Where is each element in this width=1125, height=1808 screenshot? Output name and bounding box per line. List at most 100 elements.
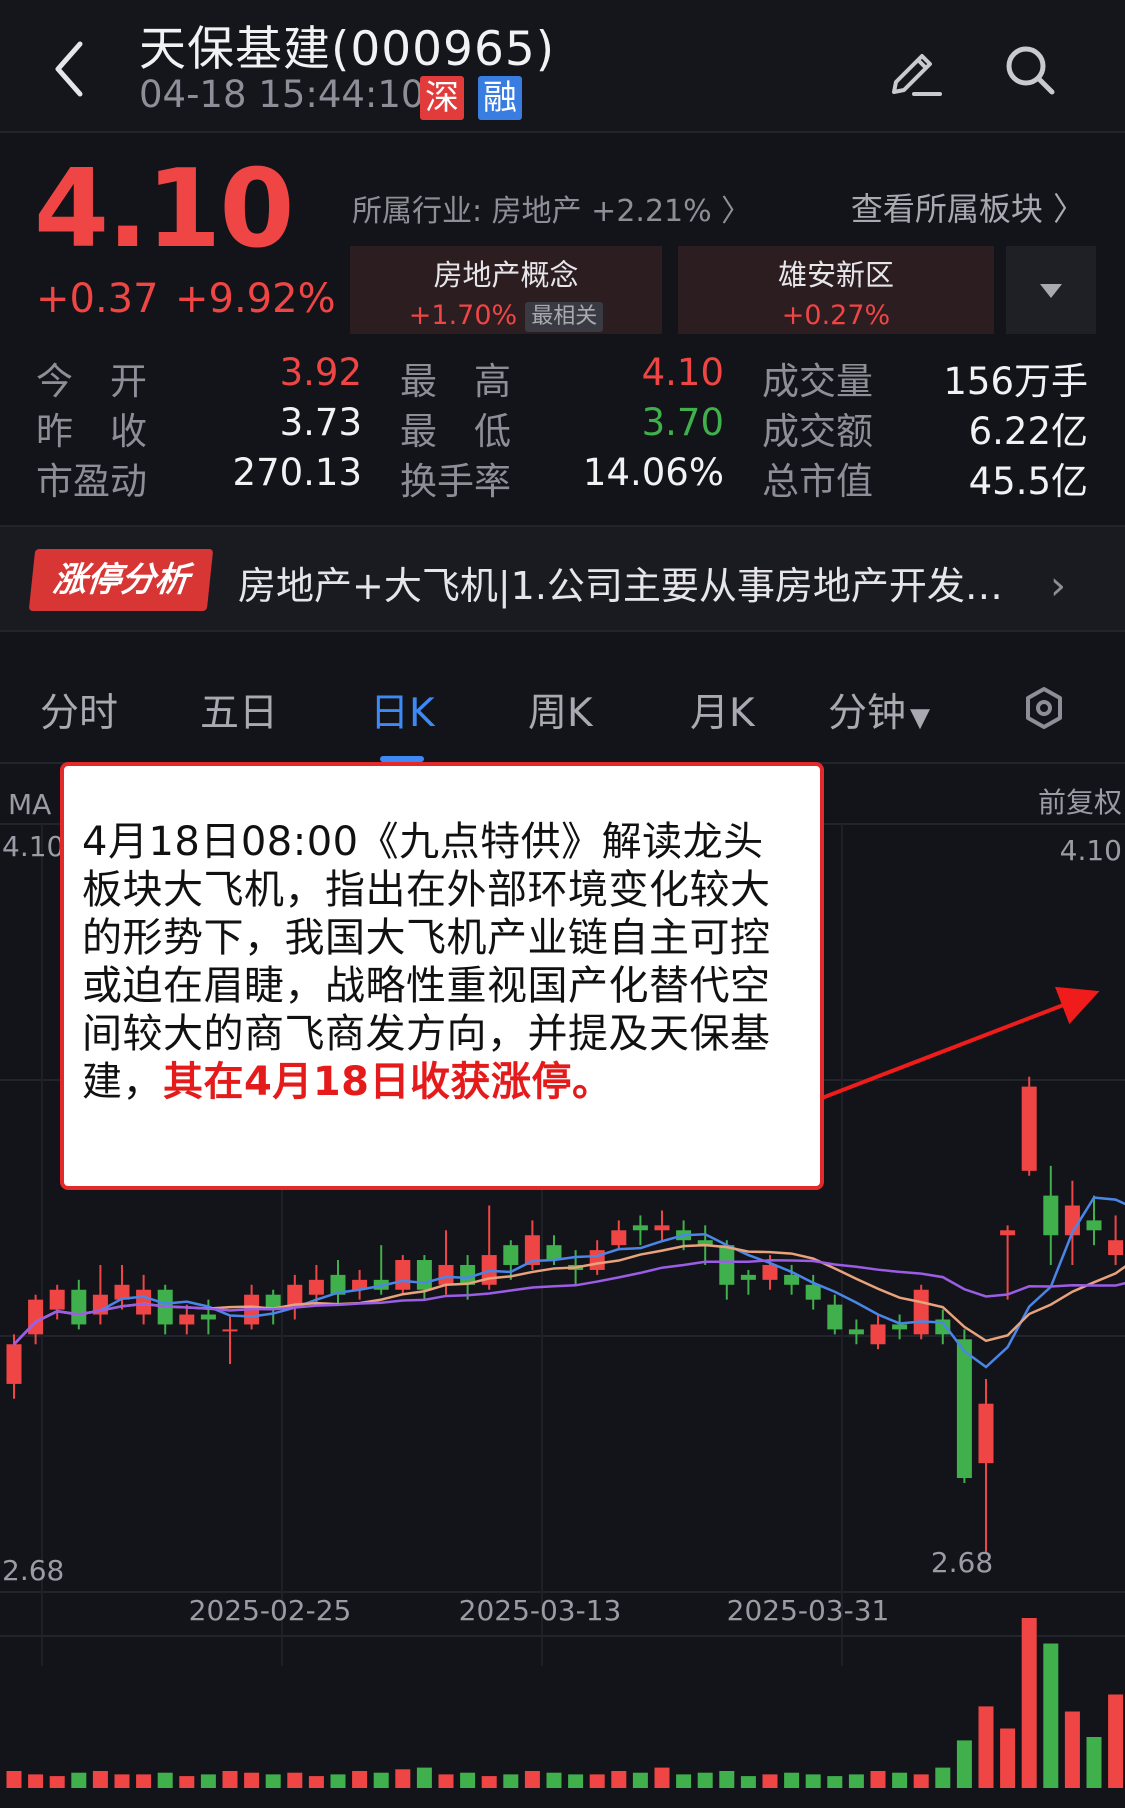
edit-icon[interactable] — [884, 40, 944, 100]
search-icon[interactable] — [1002, 42, 1058, 98]
volume-bar — [978, 1706, 994, 1788]
stat-label: 最 低 — [400, 410, 511, 453]
candle-body — [632, 1225, 648, 1231]
volume-bar — [632, 1772, 648, 1788]
volume-bar — [330, 1774, 346, 1788]
candle-body — [913, 1289, 929, 1335]
volume-bar — [6, 1771, 22, 1788]
candle-body — [1000, 1230, 1016, 1236]
limit-up-badge: 涨停分析 — [28, 549, 214, 611]
x-axis-date-label: 2025-02-25 — [189, 1594, 352, 1627]
volume-bar — [935, 1767, 951, 1788]
concept-name: 雄安新区 — [777, 258, 894, 292]
concept-name: 房地产概念 — [433, 258, 579, 292]
stat-value: 45.5亿 — [968, 460, 1088, 503]
last-price: 4.10 — [34, 147, 294, 272]
stat-label: 市盈动 — [36, 460, 147, 503]
candle-body — [395, 1260, 411, 1290]
stat-value: 3.73 — [279, 401, 362, 444]
most-related-badge: 最相关 — [525, 301, 604, 332]
high-price-label: 4.10 — [1060, 834, 1122, 867]
volume-bar — [546, 1772, 562, 1788]
top-bar: 天保基建(000965) 04-18 15:44:10 深 融 — [0, 0, 1125, 133]
caret-down-icon: ▼ — [910, 703, 931, 733]
caret-down-icon — [1040, 284, 1062, 298]
y-axis-min-label: 2.68 — [2, 1554, 64, 1587]
volume-bar — [395, 1769, 411, 1788]
volume-bar — [265, 1774, 281, 1788]
limit-up-analysis-banner[interactable]: 涨停分析 房地产+大飞机|1.公司主要从事房地产开发… › — [0, 525, 1125, 632]
chevron-right-icon: › — [1050, 563, 1066, 609]
volume-bar — [200, 1774, 216, 1788]
candle-body — [719, 1245, 735, 1285]
candle-body — [49, 1289, 65, 1310]
volume-bar — [956, 1740, 972, 1788]
quote-datetime: 04-18 15:44:10 — [139, 73, 425, 116]
concept-expand-button[interactable] — [1006, 246, 1096, 334]
volume-bar — [287, 1772, 303, 1788]
candle-body — [1086, 1220, 1102, 1231]
chart-tabs: 分时 五日 日K 周K 月K 分钟 ▼ — [0, 632, 1125, 764]
volume-bar — [524, 1771, 540, 1788]
candle-body — [179, 1314, 195, 1325]
volume-bar — [503, 1774, 519, 1788]
x-axis-date-label: 2025-03-31 — [727, 1594, 890, 1627]
volume-bar — [1064, 1711, 1080, 1788]
tab-minute[interactable]: 分钟 ▼ — [828, 682, 930, 738]
stat-value: 3.92 — [279, 351, 362, 394]
candle-body — [1021, 1086, 1037, 1171]
volume-bar — [1043, 1643, 1059, 1788]
concept-card-realestate[interactable]: 房地产概念 +1.70% 最相关 — [350, 246, 662, 334]
volume-bar — [416, 1767, 432, 1788]
industry-link[interactable]: 所属行业: 房地产 +2.21% 〉 — [352, 186, 751, 230]
volume-bar — [28, 1774, 44, 1788]
view-sector-link[interactable]: 查看所属板块 〉 — [851, 184, 1085, 230]
stat-label: 总市值 — [762, 460, 873, 503]
candle-body — [200, 1314, 216, 1320]
settings-icon[interactable] — [1022, 686, 1066, 730]
volume-bar — [157, 1772, 173, 1788]
tab-five-day[interactable]: 五日 — [200, 682, 278, 738]
stat-value: 4.10 — [641, 351, 724, 394]
candle-body — [308, 1279, 324, 1295]
candle-body — [827, 1304, 843, 1330]
tab-minute-label: 分钟 — [828, 691, 907, 736]
volume-bar — [697, 1772, 713, 1788]
volume-bar — [892, 1772, 908, 1788]
back-arrow-icon[interactable] — [44, 36, 94, 102]
volume-bar — [719, 1771, 735, 1788]
candle-body — [805, 1284, 821, 1300]
volume-bar — [848, 1774, 864, 1788]
stat-label: 换手率 — [400, 460, 511, 503]
candle-body — [870, 1324, 886, 1345]
volume-bar — [611, 1771, 627, 1788]
annotation-callout: 4月18日08:00《九点特供》解读龙头板块大飞机，指出在外部环境变化较大的形势… — [60, 762, 824, 1190]
ma-legend-label: MA — [8, 788, 51, 821]
stat-value: 6.22亿 — [968, 410, 1088, 453]
y-axis-max-label: 4.10 — [2, 830, 64, 863]
low-price-label: 2.68 — [931, 1546, 993, 1579]
tab-daily-k[interactable]: 日K — [370, 682, 435, 738]
candle-body — [611, 1230, 627, 1246]
tab-intraday[interactable]: 分时 — [40, 682, 118, 738]
volume-bar — [438, 1774, 454, 1788]
volume-bar — [654, 1767, 670, 1788]
candle-body — [546, 1245, 562, 1261]
stock-title: 天保基建(000965) — [139, 22, 556, 77]
tab-weekly-k[interactable]: 周K — [528, 682, 593, 738]
volume-bar — [373, 1772, 389, 1788]
stat-label: 今 开 — [36, 360, 147, 403]
candle-body — [740, 1274, 756, 1280]
tab-monthly-k[interactable]: 月K — [690, 682, 755, 738]
volume-bar — [71, 1772, 87, 1788]
candle-body — [784, 1274, 800, 1285]
concept-card-xiongan[interactable]: 雄安新区 +0.27% — [678, 246, 994, 334]
volume-bar — [762, 1774, 778, 1788]
volume-bar — [827, 1776, 843, 1788]
candle-body — [892, 1324, 908, 1330]
candle-body — [654, 1225, 670, 1231]
candle-body — [6, 1344, 22, 1384]
concept-change: +0.27% — [781, 300, 891, 331]
volume-bar — [1021, 1618, 1037, 1788]
candle-body — [136, 1289, 152, 1315]
